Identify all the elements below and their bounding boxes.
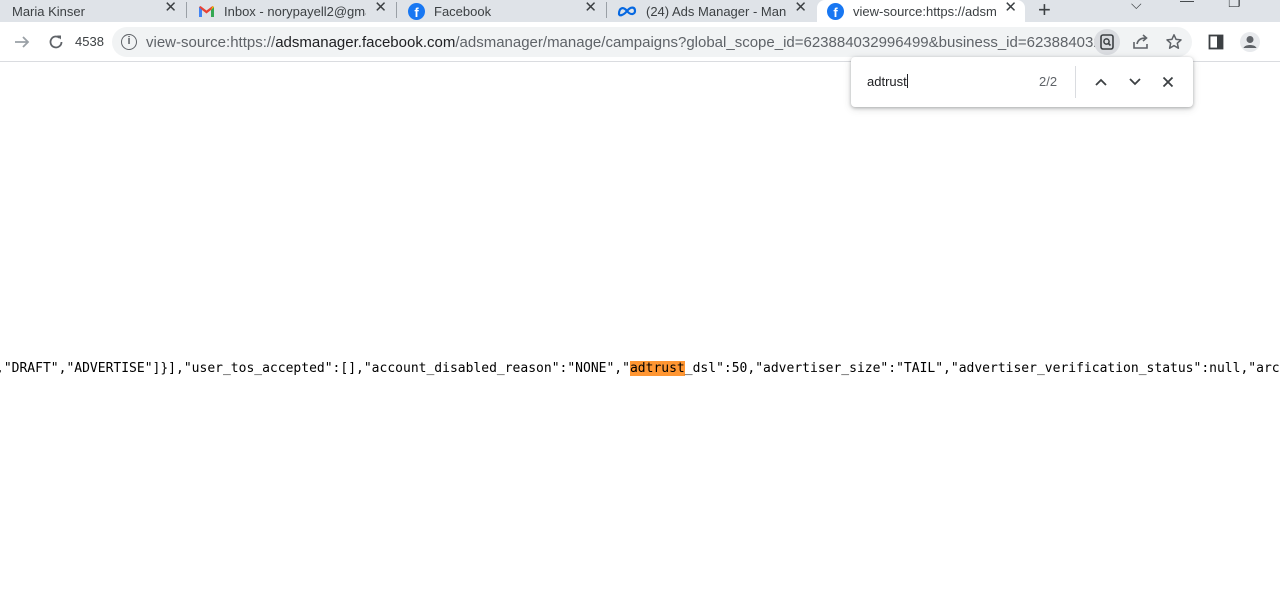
tab-view-source[interactable]: f view-source:https://adsm ✕ xyxy=(817,0,1025,22)
tab-title: Inbox - norypayell2@gma xyxy=(224,3,366,19)
close-icon[interactable] xyxy=(1158,72,1178,92)
tab-title: Maria Kinser xyxy=(12,3,85,19)
find-input[interactable]: adtrust xyxy=(867,74,908,89)
side-panel-icon[interactable] xyxy=(1205,31,1227,53)
source-code-line: ,"DRAFT","ADVERTISE"]}],"user_tos_accept… xyxy=(0,361,1280,377)
url-prefix: view-source:https:// xyxy=(146,34,276,51)
find-in-page-icon[interactable] xyxy=(1094,29,1120,55)
find-bar: adtrust 2/2 xyxy=(851,57,1193,107)
new-tab-button[interactable]: + xyxy=(1038,0,1051,23)
close-icon[interactable]: ✕ xyxy=(374,0,387,15)
url-path: /adsmanager/manage/campaigns?global_scop… xyxy=(455,34,1096,51)
find-divider xyxy=(1075,66,1076,98)
tab-title: view-source:https://adsm xyxy=(853,3,997,19)
url-host: adsmanager.facebook.com xyxy=(275,34,456,51)
find-query: adtrust xyxy=(867,74,907,89)
source-text-after: _dsl":50,"advertiser_size":"TAIL","adver… xyxy=(684,361,1280,376)
meta-icon xyxy=(617,3,637,20)
tab-ads-manager[interactable]: (24) Ads Manager - Mana ✕ xyxy=(607,0,815,22)
close-icon[interactable]: ✕ xyxy=(794,0,807,15)
url-text[interactable]: view-source:https://adsmanager.facebook.… xyxy=(146,34,1096,51)
tab-gmail-inbox[interactable]: Inbox - norypayell2@gma ✕ xyxy=(187,0,395,22)
facebook-icon: f xyxy=(827,2,844,20)
browser-toolbar: 4538 i view-source:https://adsmanager.fa… xyxy=(0,22,1280,62)
tab-search-icon[interactable]: ⌵ xyxy=(1131,0,1142,13)
find-match-count: 2/2 xyxy=(1039,74,1058,89)
info-icon[interactable]: i xyxy=(121,34,137,50)
tab-maria-kinser[interactable]: Maria Kinser ✕ xyxy=(0,0,185,22)
close-icon[interactable]: ✕ xyxy=(1004,0,1017,15)
tab-title: (24) Ads Manager - Mana xyxy=(646,3,786,19)
forward-icon[interactable] xyxy=(11,31,33,53)
facebook-icon: f xyxy=(408,2,425,20)
minimize-icon[interactable]: — xyxy=(1180,0,1194,8)
bookmark-star-icon[interactable] xyxy=(1164,32,1184,52)
restore-icon[interactable]: ❐ xyxy=(1228,0,1241,11)
profile-avatar-icon[interactable] xyxy=(1239,31,1261,53)
chevron-up-icon[interactable] xyxy=(1091,72,1111,92)
tab-facebook[interactable]: f Facebook ✕ xyxy=(397,0,605,22)
tab-strip: Maria Kinser ✕ Inbox - norypayell2@gma ✕… xyxy=(0,0,1280,22)
reload-icon[interactable] xyxy=(45,31,67,53)
text-caret xyxy=(906,74,908,88)
tab-title: Facebook xyxy=(434,3,492,19)
gmail-icon xyxy=(198,3,215,20)
close-icon[interactable]: ✕ xyxy=(584,0,597,15)
address-bar[interactable]: i view-source:https://adsmanager.faceboo… xyxy=(112,27,1192,57)
close-icon[interactable]: ✕ xyxy=(164,0,177,15)
find-match-highlight: adtrust xyxy=(629,361,685,376)
extension-count[interactable]: 4538 xyxy=(75,34,104,49)
share-icon[interactable] xyxy=(1131,32,1151,52)
source-text-before: ,"DRAFT","ADVERTISE"]}],"user_tos_accept… xyxy=(0,361,630,376)
chevron-down-icon[interactable] xyxy=(1125,72,1145,92)
